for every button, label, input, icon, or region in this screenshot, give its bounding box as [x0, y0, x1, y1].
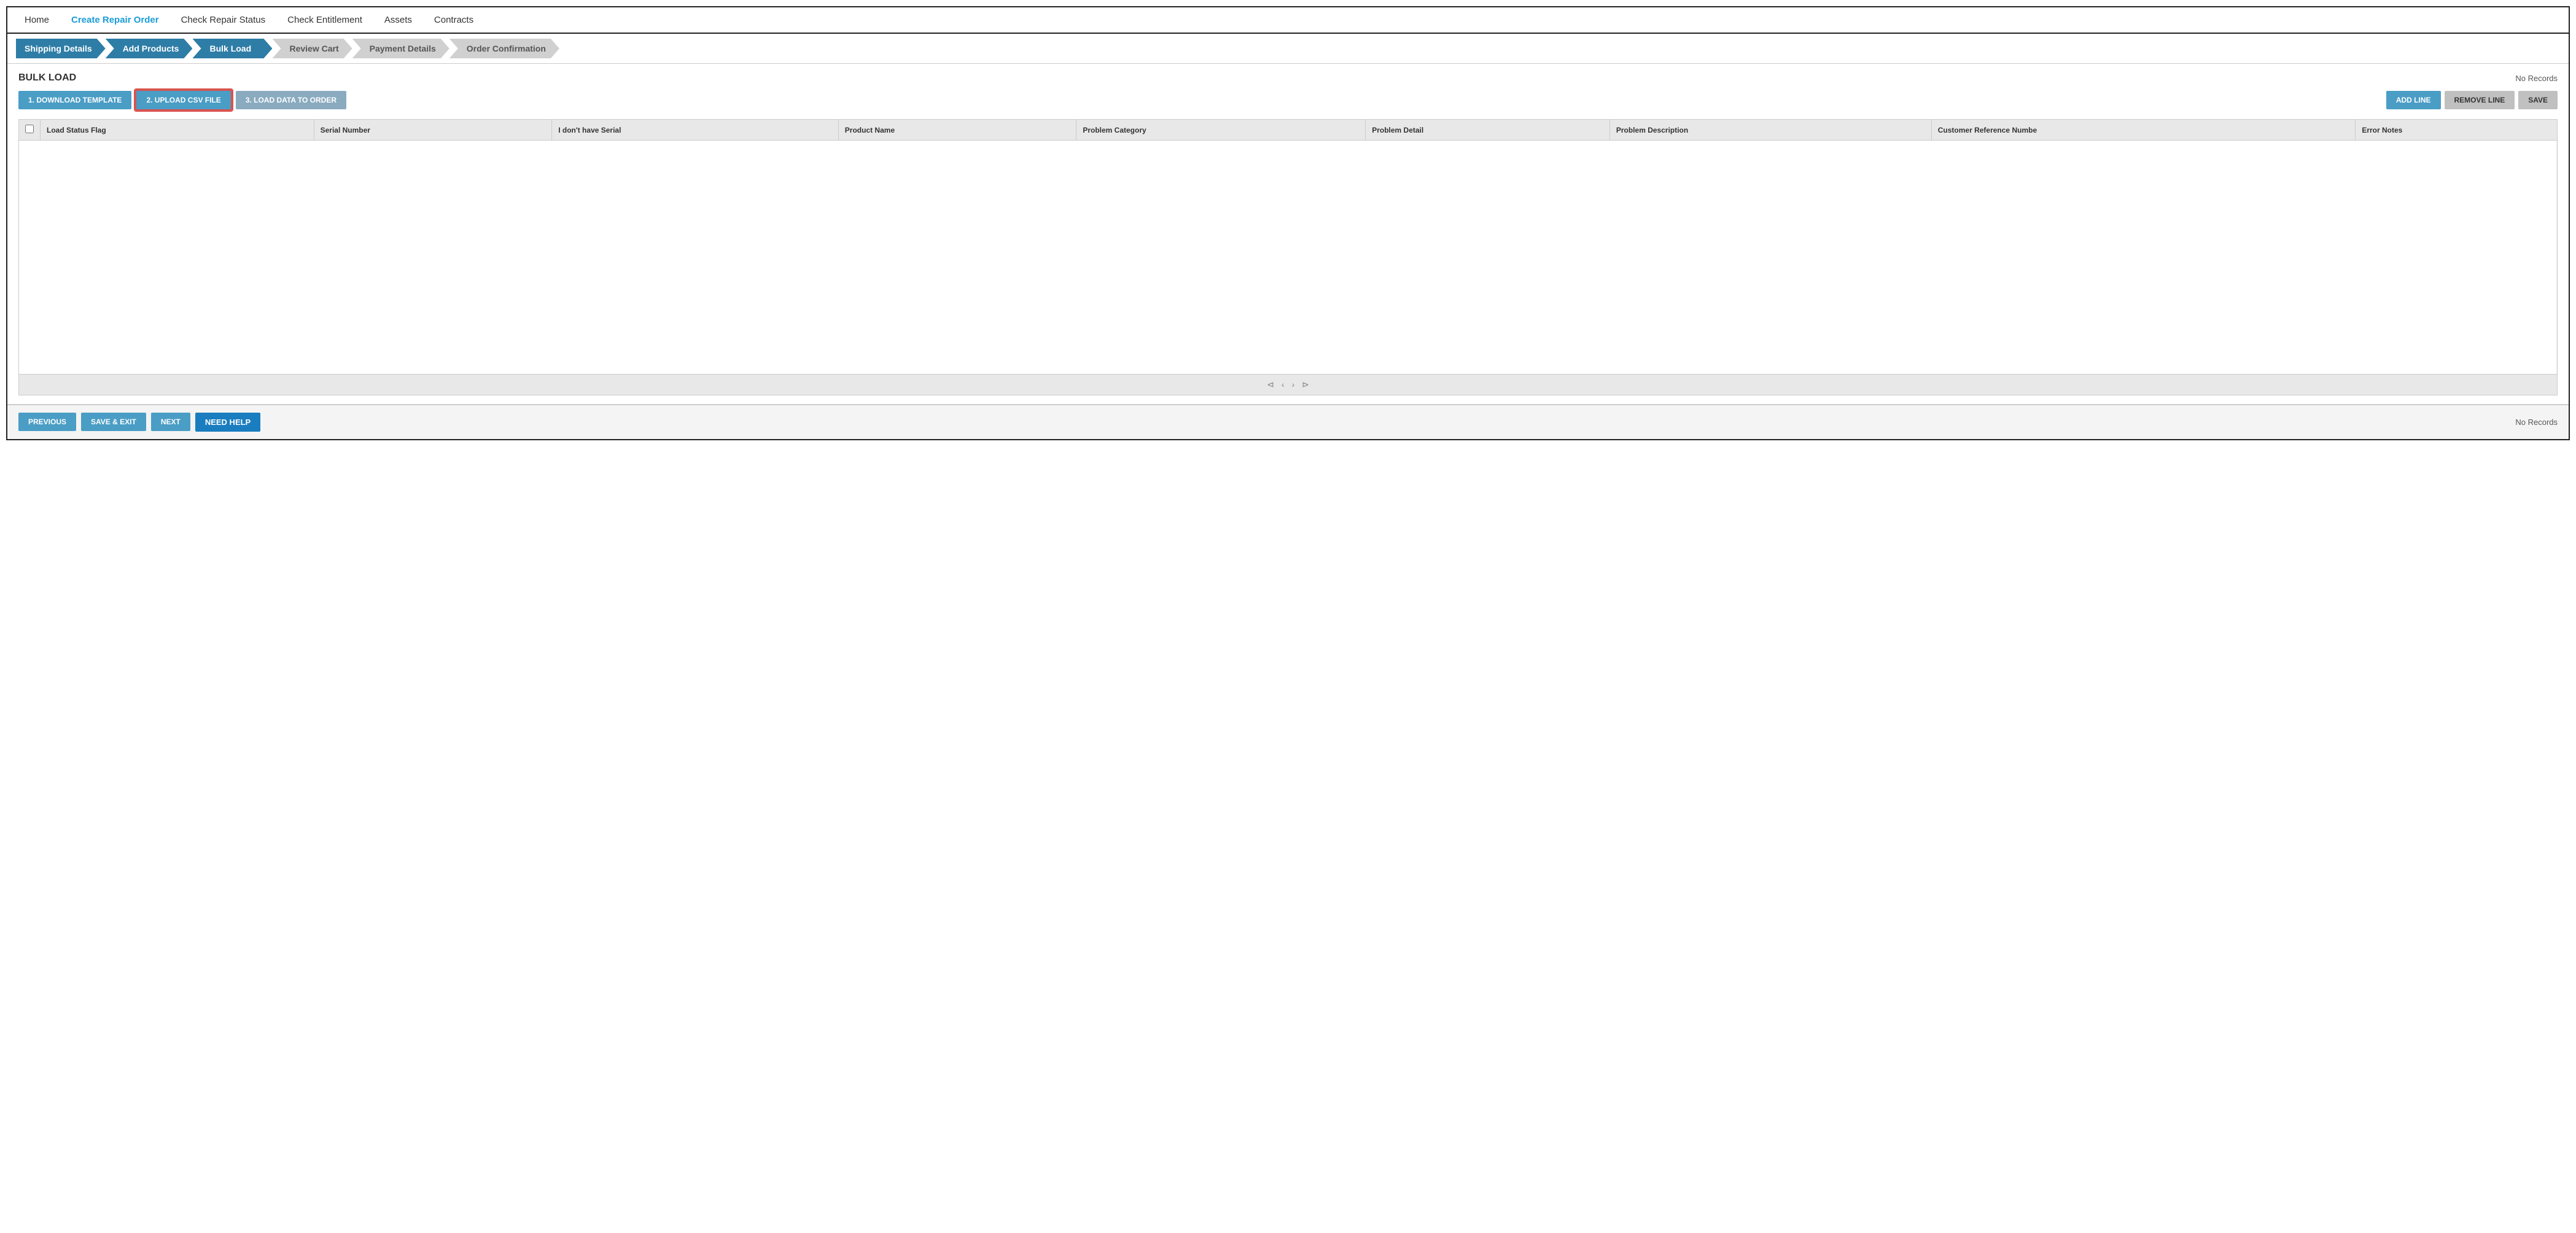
nav-create-repair-order[interactable]: Create Repair Order: [60, 7, 170, 33]
app-container: Home Create Repair Order Check Repair St…: [6, 6, 2570, 440]
load-data-button[interactable]: 3. LOAD DATA TO ORDER: [236, 91, 346, 109]
col-customer-ref: Customer Reference Numbe: [1931, 120, 2356, 141]
step-add-products[interactable]: Add Products: [106, 39, 193, 58]
col-no-serial: I don't have Serial: [552, 120, 839, 141]
col-load-status-flag: Load Status Flag: [41, 120, 314, 141]
nav-check-entitlement[interactable]: Check Entitlement: [276, 7, 373, 33]
upload-csv-button[interactable]: 2. UPLOAD CSV FILE: [135, 90, 232, 111]
no-records-top: No Records: [2515, 74, 2558, 83]
col-serial-number: Serial Number: [314, 120, 552, 141]
next-button[interactable]: NEXT: [151, 413, 190, 431]
top-nav: Home Create Repair Order Check Repair St…: [7, 7, 2569, 34]
right-buttons: ADD LINE REMOVE LINE SAVE: [2386, 91, 2558, 109]
bulk-load-header: BULK LOAD No Records: [18, 72, 2558, 84]
empty-body-cell: [19, 141, 2557, 374]
step-order-confirmation[interactable]: Order Confirmation: [449, 39, 559, 58]
no-records-bottom: No Records: [2515, 418, 2558, 427]
save-exit-button[interactable]: SAVE & EXIT: [81, 413, 146, 431]
nav-contracts[interactable]: Contracts: [423, 7, 484, 33]
col-error-notes: Error Notes: [2356, 120, 2557, 141]
content-area: BULK LOAD No Records 1. DOWNLOAD TEMPLAT…: [7, 64, 2569, 404]
select-all-checkbox[interactable]: [25, 125, 34, 133]
add-line-button[interactable]: ADD LINE: [2386, 91, 2441, 109]
step-shipping-details[interactable]: Shipping Details: [16, 39, 106, 58]
previous-button[interactable]: PREVIOUS: [18, 413, 76, 431]
col-problem-description: Problem Description: [1609, 120, 1931, 141]
need-help-button[interactable]: NEED HELP: [195, 413, 260, 432]
empty-row: [19, 141, 2557, 374]
pagination-bar: ⊲ ‹ › ⊳: [19, 374, 2557, 395]
data-table-container: Load Status Flag Serial Number I don't h…: [18, 119, 2558, 395]
next-page-icon[interactable]: ›: [1292, 379, 1295, 389]
prev-page-icon[interactable]: ‹: [1282, 379, 1285, 389]
remove-line-button[interactable]: REMOVE LINE: [2445, 91, 2515, 109]
nav-home[interactable]: Home: [14, 7, 60, 33]
col-problem-category: Problem Category: [1076, 120, 1366, 141]
col-problem-detail: Problem Detail: [1366, 120, 1610, 141]
save-button[interactable]: SAVE: [2518, 91, 2558, 109]
step-payment-details[interactable]: Payment Details: [352, 39, 449, 58]
action-row: 1. DOWNLOAD TEMPLATE 2. UPLOAD CSV FILE …: [18, 90, 2558, 111]
bulk-load-table: Load Status Flag Serial Number I don't h…: [19, 120, 2557, 374]
nav-assets[interactable]: Assets: [373, 7, 423, 33]
bottom-bar: PREVIOUS SAVE & EXIT NEXT NEED HELP No R…: [7, 404, 2569, 439]
download-template-button[interactable]: 1. DOWNLOAD TEMPLATE: [18, 91, 131, 109]
step-review-cart[interactable]: Review Cart: [272, 39, 352, 58]
table-header-row: Load Status Flag Serial Number I don't h…: [19, 120, 2557, 141]
col-checkbox[interactable]: [19, 120, 41, 141]
table-body: [19, 141, 2557, 374]
nav-check-repair-status[interactable]: Check Repair Status: [170, 7, 277, 33]
first-page-icon[interactable]: ⊲: [1267, 379, 1274, 390]
bulk-load-title: BULK LOAD: [18, 72, 76, 84]
step-bar: Shipping Details Add Products Bulk Load …: [7, 34, 2569, 64]
step-bulk-load[interactable]: Bulk Load: [192, 39, 272, 58]
col-product-name: Product Name: [838, 120, 1076, 141]
last-page-icon[interactable]: ⊳: [1302, 379, 1309, 390]
